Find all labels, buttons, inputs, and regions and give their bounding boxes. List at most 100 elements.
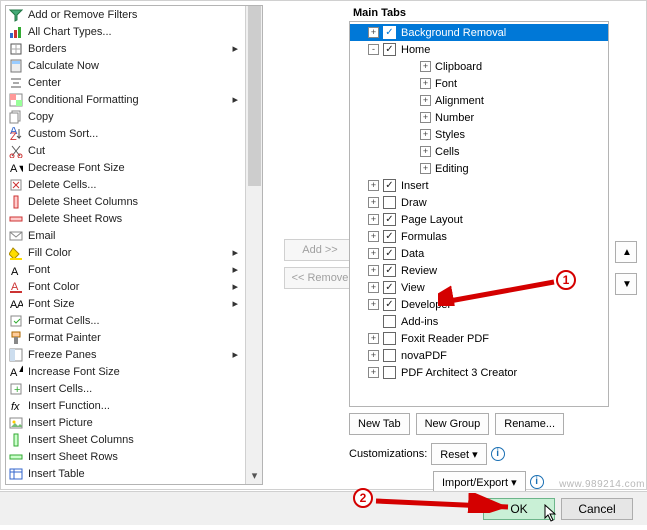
checkbox[interactable] xyxy=(383,298,396,311)
command-inscols[interactable]: Insert Sheet Columns xyxy=(6,431,262,448)
command-insrows[interactable]: Insert Sheet Rows xyxy=(6,448,262,465)
checkbox[interactable] xyxy=(383,179,396,192)
tree-node-number[interactable]: +Number xyxy=(350,109,608,126)
command-fontsize[interactable]: AAFont Size▸ xyxy=(6,295,262,312)
tree-node-formulas[interactable]: +Formulas xyxy=(350,228,608,245)
tree-node-page-layout[interactable]: +Page Layout xyxy=(350,211,608,228)
scroll-down-icon[interactable]: ▾ xyxy=(248,467,261,484)
command-inscells[interactable]: +Insert Cells... xyxy=(6,380,262,397)
expand-icon[interactable]: + xyxy=(368,333,379,344)
command-chart[interactable]: All Chart Types... xyxy=(6,23,262,40)
expand-icon[interactable]: + xyxy=(368,248,379,259)
reset-dropdown[interactable]: Reset ▾ xyxy=(431,443,486,465)
command-macros[interactable]: Macros▸ xyxy=(6,482,262,485)
checkbox[interactable] xyxy=(383,213,396,226)
import-export-dropdown[interactable]: Import/Export ▾ xyxy=(433,471,526,493)
command-fontdown[interactable]: A▼Decrease Font Size xyxy=(6,159,262,176)
expand-icon[interactable]: + xyxy=(420,95,431,106)
new-group-button[interactable]: New Group xyxy=(416,413,490,435)
tree-node-draw[interactable]: +Draw xyxy=(350,194,608,211)
tree-node-developer[interactable]: +Developer xyxy=(350,296,608,313)
expand-icon[interactable]: + xyxy=(368,299,379,310)
expand-icon[interactable]: + xyxy=(368,214,379,225)
scroll-thumb[interactable] xyxy=(248,6,261,186)
commands-listbox[interactable]: Add or Remove FiltersAll Chart Types...B… xyxy=(5,5,263,485)
expand-icon[interactable]: + xyxy=(368,27,379,38)
command-calc[interactable]: Calculate Now xyxy=(6,57,262,74)
command-center[interactable]: Center xyxy=(6,74,262,91)
checkbox[interactable] xyxy=(383,264,396,277)
command-fill[interactable]: Fill Color▸ xyxy=(6,244,262,261)
command-filter[interactable]: Add or Remove Filters xyxy=(6,6,262,23)
command-delcells[interactable]: Delete Cells... xyxy=(6,176,262,193)
command-fontup[interactable]: A▲Increase Font Size xyxy=(6,363,262,380)
tree-node-pdf-architect-3-creator[interactable]: +PDF Architect 3 Creator xyxy=(350,364,608,381)
command-delrows[interactable]: Delete Sheet Rows xyxy=(6,210,262,227)
expand-icon[interactable]: + xyxy=(420,146,431,157)
expand-icon[interactable]: + xyxy=(420,112,431,123)
expand-icon[interactable]: + xyxy=(368,231,379,242)
tree-node-background-removal[interactable]: +Background Removal xyxy=(350,24,608,41)
command-borders[interactable]: Borders▸ xyxy=(6,40,262,57)
command-fmtpaint[interactable]: Format Painter xyxy=(6,329,262,346)
command-email[interactable]: Email xyxy=(6,227,262,244)
command-label: Format Painter xyxy=(28,332,101,344)
checkbox[interactable] xyxy=(383,315,396,328)
add-button[interactable]: Add >> xyxy=(284,239,356,261)
scrollbar[interactable]: ▴ ▾ xyxy=(245,6,262,484)
command-insfunc[interactable]: fxInsert Function... xyxy=(6,397,262,414)
tree-node-alignment[interactable]: +Alignment xyxy=(350,92,608,109)
tree-node-clipboard[interactable]: +Clipboard xyxy=(350,58,608,75)
tree-node-foxit-reader-pdf[interactable]: +Foxit Reader PDF xyxy=(350,330,608,347)
tree-node-cells[interactable]: +Cells xyxy=(350,143,608,160)
expand-icon[interactable]: + xyxy=(368,180,379,191)
checkbox[interactable] xyxy=(383,43,396,56)
expand-icon[interactable]: + xyxy=(420,61,431,72)
expand-icon[interactable]: + xyxy=(368,367,379,378)
expand-icon[interactable]: - xyxy=(368,44,379,55)
checkbox[interactable] xyxy=(383,26,396,39)
command-sort[interactable]: AZCustom Sort... xyxy=(6,125,262,142)
checkbox[interactable] xyxy=(383,349,396,362)
tree-node-font[interactable]: +Font xyxy=(350,75,608,92)
expand-icon[interactable]: + xyxy=(420,163,431,174)
tree-node-novapdf[interactable]: +novaPDF xyxy=(350,347,608,364)
expand-icon[interactable]: + xyxy=(420,78,431,89)
tree-node-styles[interactable]: +Styles xyxy=(350,126,608,143)
command-inspic[interactable]: Insert Picture xyxy=(6,414,262,431)
expand-icon[interactable]: + xyxy=(368,197,379,208)
command-freeze[interactable]: Freeze Panes▸ xyxy=(6,346,262,363)
move-up-button[interactable]: ▲ xyxy=(615,241,637,263)
command-copy[interactable]: Copy xyxy=(6,108,262,125)
command-font[interactable]: AFont▸ xyxy=(6,261,262,278)
info-icon[interactable]: i xyxy=(530,475,544,489)
command-fmtcells[interactable]: Format Cells... xyxy=(6,312,262,329)
main-tabs-tree[interactable]: +Background Removal-Home+Clipboard+Font+… xyxy=(349,21,609,407)
checkbox[interactable] xyxy=(383,230,396,243)
rename-button[interactable]: Rename... xyxy=(495,413,564,435)
new-tab-button[interactable]: New Tab xyxy=(349,413,410,435)
remove-button[interactable]: << Remove xyxy=(284,267,356,289)
checkbox[interactable] xyxy=(383,332,396,345)
command-condfmt[interactable]: Conditional Formatting▸ xyxy=(6,91,262,108)
tree-node-home[interactable]: -Home xyxy=(350,41,608,58)
command-delcols[interactable]: Delete Sheet Columns xyxy=(6,193,262,210)
checkbox[interactable] xyxy=(383,281,396,294)
expand-icon[interactable]: + xyxy=(420,129,431,140)
move-down-button[interactable]: ▼ xyxy=(615,273,637,295)
expand-icon[interactable]: + xyxy=(368,265,379,276)
command-cut[interactable]: Cut xyxy=(6,142,262,159)
info-icon[interactable]: i xyxy=(491,447,505,461)
checkbox[interactable] xyxy=(383,366,396,379)
tree-node-editing[interactable]: +Editing xyxy=(350,160,608,177)
tree-node-data[interactable]: +Data xyxy=(350,245,608,262)
command-fontcolor[interactable]: AFont Color▸ xyxy=(6,278,262,295)
checkbox[interactable] xyxy=(383,196,396,209)
command-instable[interactable]: Insert Table xyxy=(6,465,262,482)
expand-icon[interactable]: + xyxy=(368,282,379,293)
tree-node-insert[interactable]: +Insert xyxy=(350,177,608,194)
expand-icon[interactable]: + xyxy=(368,350,379,361)
checkbox[interactable] xyxy=(383,247,396,260)
tree-node-add-ins[interactable]: Add-ins xyxy=(350,313,608,330)
cancel-button[interactable]: Cancel xyxy=(561,498,633,520)
